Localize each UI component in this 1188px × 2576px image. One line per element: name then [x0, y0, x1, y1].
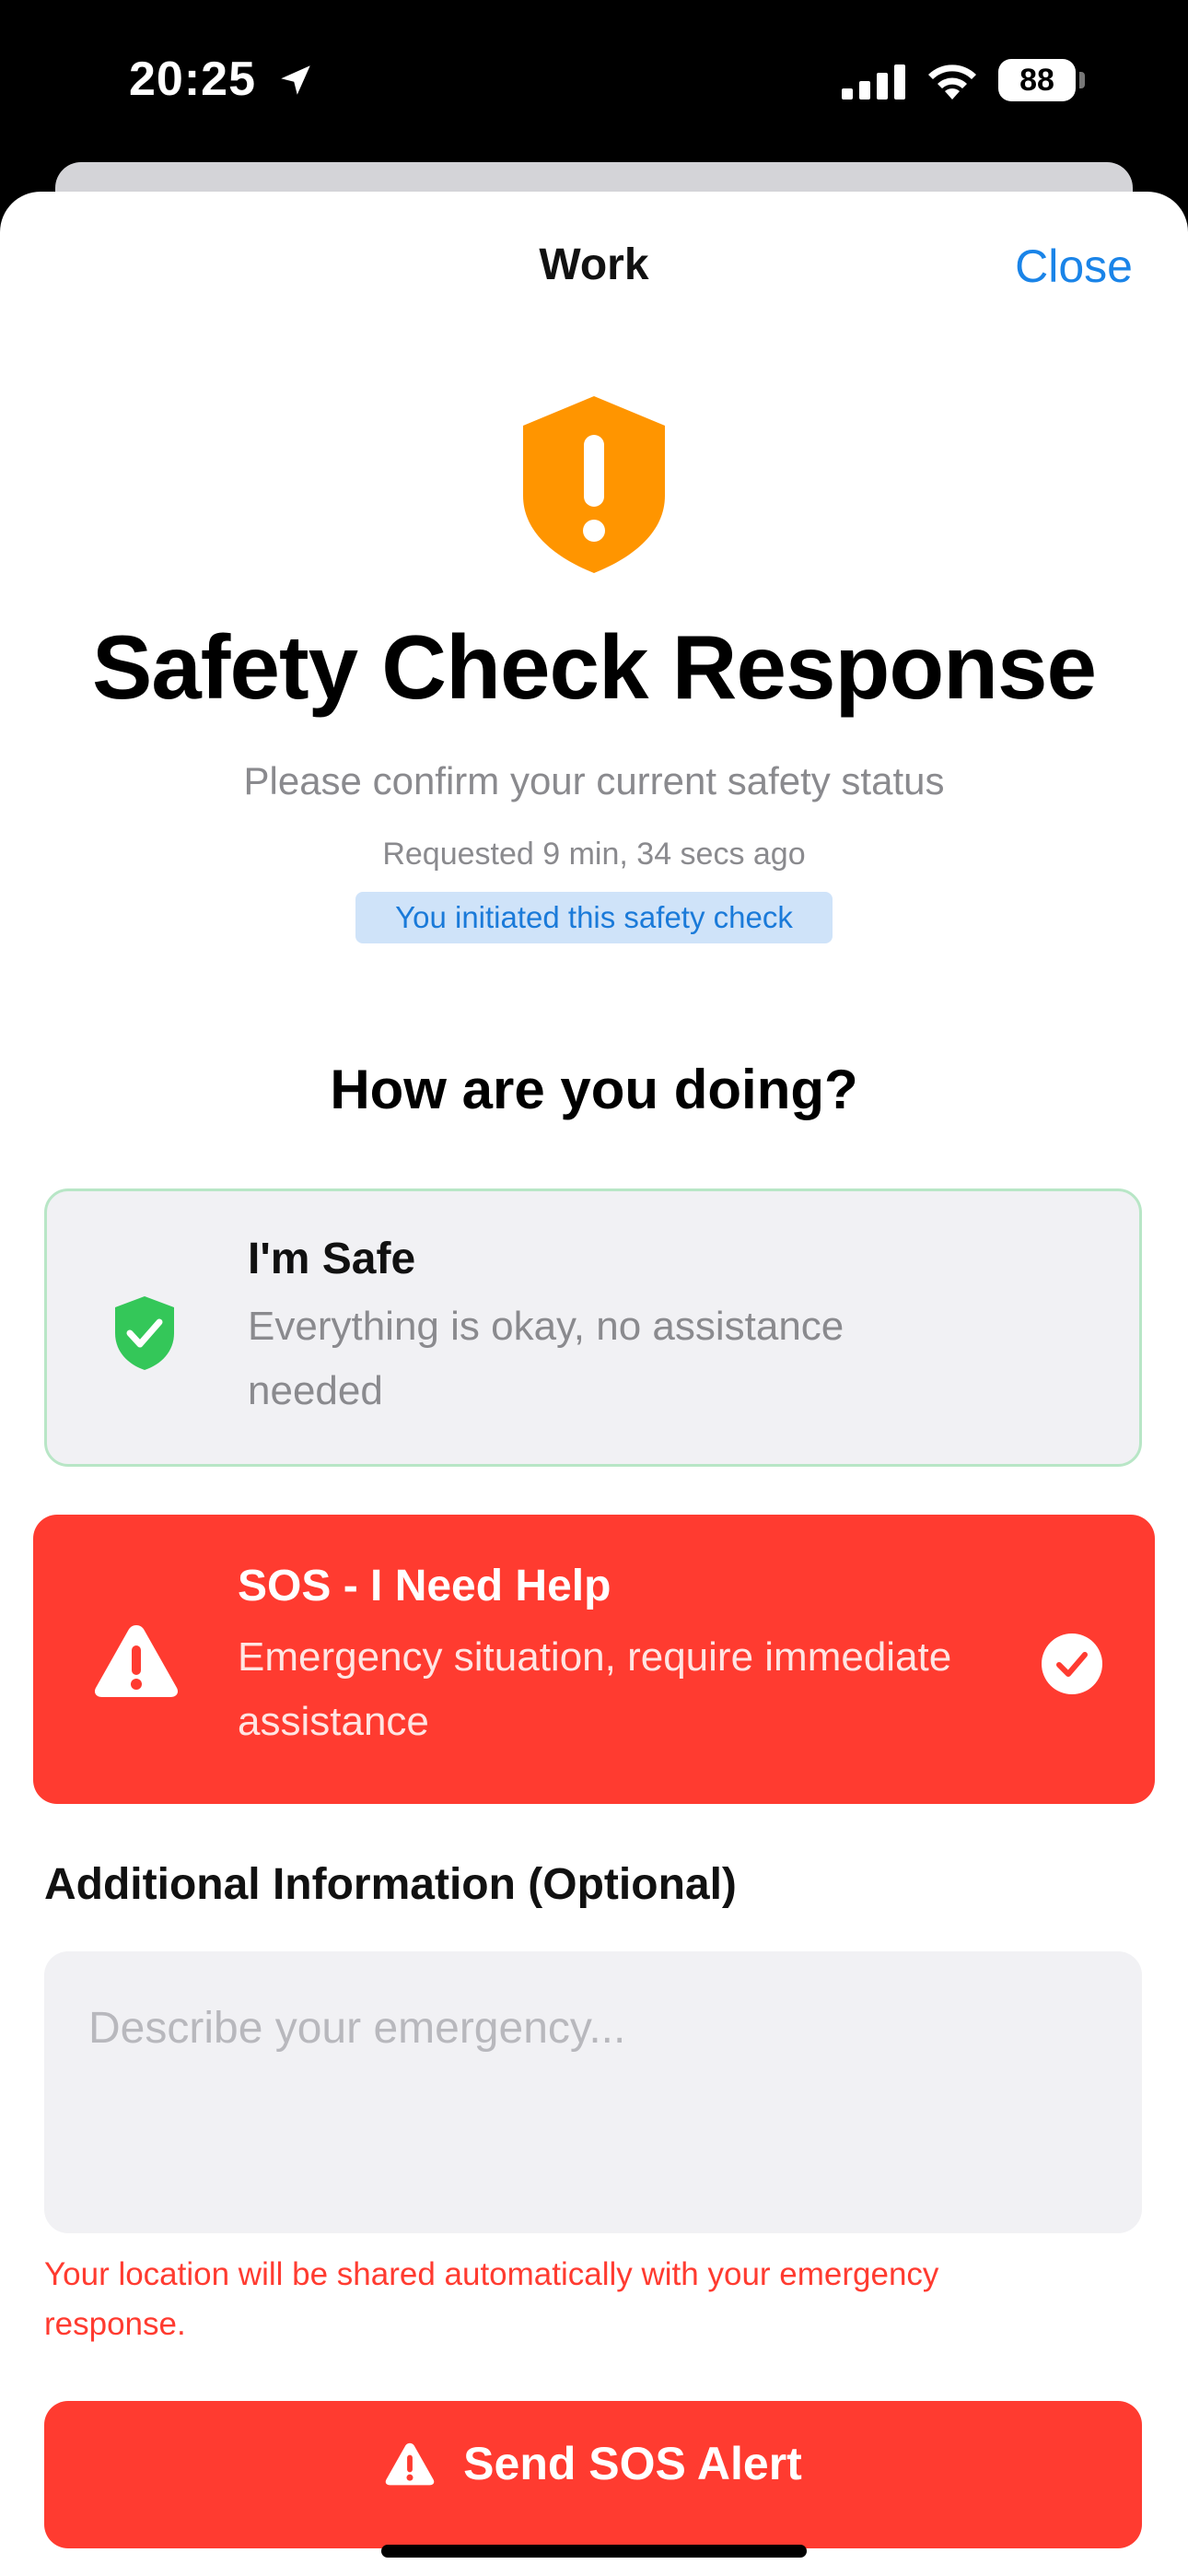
- option-description: Everything is okay, no assistance needed: [248, 1304, 844, 1413]
- requested-time: Requested 9 min, 34 secs ago: [382, 837, 806, 872]
- option-im-safe[interactable]: I'm Safe Everything is okay, no assistan…: [44, 1188, 1142, 1467]
- home-indicator: [381, 2545, 807, 2558]
- option-title: SOS - I Need Help: [238, 1562, 611, 1610]
- location-share-note: Your location will be shared automatical…: [44, 2256, 939, 2342]
- close-button[interactable]: Close: [1015, 240, 1133, 293]
- nav-title: Work: [539, 240, 649, 289]
- page-title: Safety Check Response: [91, 616, 1097, 718]
- status-question: How are you doing?: [330, 1059, 858, 1120]
- cellular-signal-icon: [842, 64, 905, 100]
- option-title: I'm Safe: [248, 1235, 416, 1283]
- option-sos-need-help[interactable]: SOS - I Need Help Emergency situation, r…: [33, 1515, 1155, 1804]
- initiated-badge: You initiated this safety check: [355, 892, 833, 943]
- additional-info-input[interactable]: [44, 1951, 1142, 2233]
- warning-triangle-icon: [385, 2442, 435, 2486]
- additional-info-label: Additional Information (Optional): [44, 1860, 737, 1909]
- safety-check-sheet: Work Close Safety Check Response Please …: [0, 192, 1188, 2576]
- shield-check-icon: [115, 1296, 174, 1370]
- send-sos-button[interactable]: Send SOS Alert: [44, 2401, 1142, 2548]
- wifi-icon: [928, 64, 976, 100]
- battery-nub: [1079, 72, 1085, 88]
- status-bar: 20:25 88: [0, 0, 1188, 161]
- warning-triangle-icon: [94, 1625, 179, 1697]
- battery-indicator: 88: [998, 59, 1076, 101]
- location-arrow-icon: [281, 65, 310, 95]
- selected-check-icon: [1042, 1633, 1102, 1694]
- shield-warning-icon: [523, 396, 665, 573]
- option-description: Emergency situation, require immediate a…: [238, 1634, 952, 1744]
- page-subtitle: Please confirm your current safety statu…: [243, 759, 945, 802]
- status-time: 20:25: [129, 53, 256, 106]
- send-sos-label: Send SOS Alert: [463, 2438, 802, 2489]
